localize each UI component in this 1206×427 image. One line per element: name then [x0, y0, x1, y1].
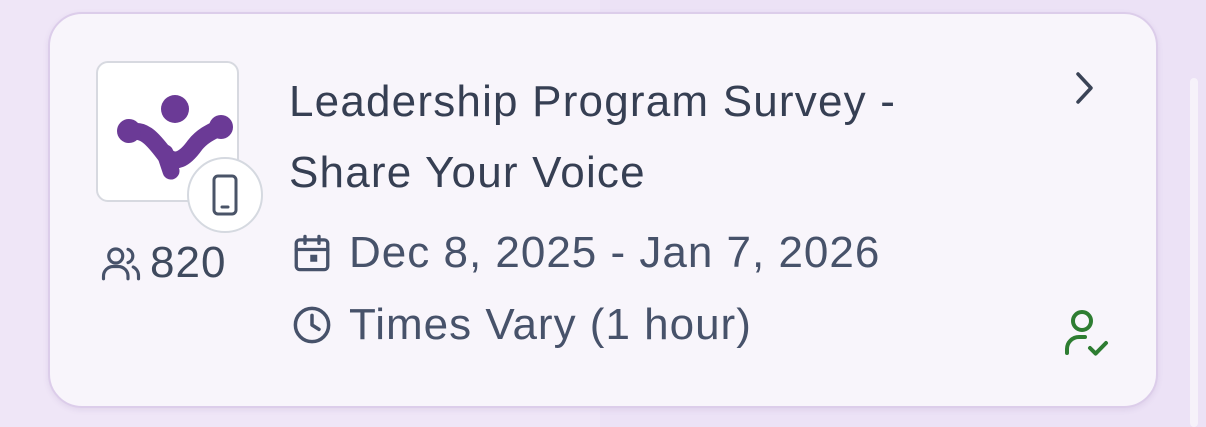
attendee-count: 820: [100, 235, 226, 291]
chevron-right-icon: [1076, 72, 1093, 104]
mobile-phone-icon: [212, 174, 238, 216]
registration-status: [1061, 306, 1111, 360]
event-time: Times Vary (1 hour): [291, 297, 752, 353]
clock-icon: [293, 306, 331, 344]
time-text: Times Vary (1 hour): [349, 300, 752, 349]
user-check-icon: [1065, 310, 1108, 356]
scrollbar-track[interactable]: [1190, 78, 1198, 427]
attendee-count-value: 820: [150, 238, 227, 287]
date-range-text: Dec 8, 2025 - Jan 7, 2026: [349, 228, 881, 277]
mobile-device-badge: [187, 157, 263, 233]
event-date-range: Dec 8, 2025 - Jan 7, 2026: [291, 225, 880, 281]
users-icon: [101, 247, 141, 281]
open-event-button[interactable]: [1066, 68, 1102, 108]
event-title[interactable]: Leadership Program Survey - Share Your V…: [289, 66, 1029, 208]
calendar-icon: [294, 234, 330, 272]
